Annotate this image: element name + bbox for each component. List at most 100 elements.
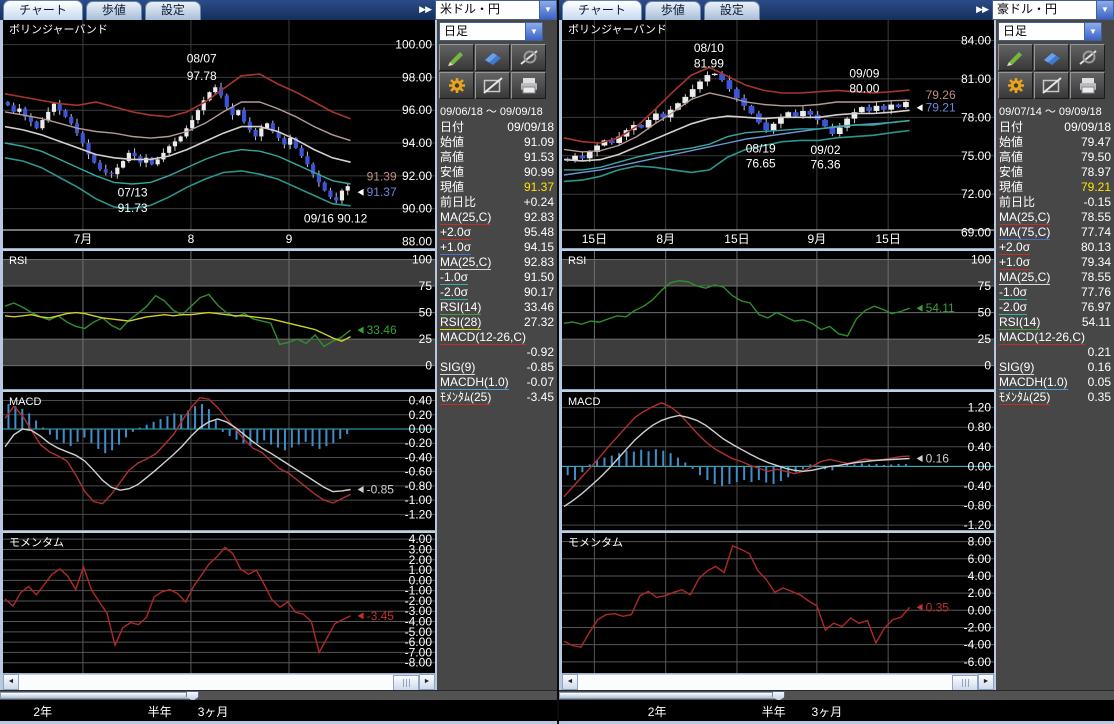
- gear-button[interactable]: [439, 72, 474, 99]
- svg-text:08/07: 08/07: [187, 52, 217, 66]
- info-row: MACD(12-26,C): [437, 330, 557, 345]
- date-range-row: 09/07/14 ～ 09/09/18: [996, 105, 1114, 120]
- fast-forward-icon[interactable]: ▶▶: [419, 4, 431, 15]
- svg-text:75.00: 75.00: [961, 149, 991, 163]
- chart-momentum-box: 4.003.002.001.000.00-1.00-2.00-3.00-4.00…: [3, 533, 435, 673]
- svg-text:6.00: 6.00: [968, 552, 992, 566]
- chart-delete-button[interactable]: [475, 72, 510, 99]
- tab-chart[interactable]: チャート: [3, 0, 83, 20]
- svg-text:9月: 9月: [808, 232, 827, 246]
- chevron-down-icon[interactable]: ▼: [525, 23, 542, 40]
- info-label: +1.0σ: [999, 256, 1030, 270]
- svg-text:0: 0: [984, 359, 991, 373]
- svg-text:7月: 7月: [74, 232, 93, 246]
- line-delete-button[interactable]: [511, 44, 546, 71]
- eraser-button[interactable]: [475, 44, 510, 71]
- chart-bollinger: 15日8月15日9月15日84.0081.0078.0075.0072.0069…: [562, 20, 994, 248]
- fast-forward-icon[interactable]: ▶▶: [976, 4, 988, 15]
- horizontal-scrollbar[interactable]: ◄►: [562, 673, 994, 690]
- chart-delete-button[interactable]: [1034, 72, 1069, 99]
- info-row: 始値79.47: [996, 135, 1114, 150]
- tab-settings[interactable]: 設定: [704, 1, 760, 20]
- chevron-down-icon[interactable]: ▼: [539, 1, 556, 19]
- period-value: 日足: [999, 23, 1084, 40]
- info-value: 92.83: [524, 255, 554, 270]
- period-select[interactable]: 日足▼: [439, 22, 543, 41]
- pencil-button[interactable]: [439, 44, 474, 71]
- info-label: ﾓﾒﾝﾀﾑ(25): [440, 391, 491, 405]
- toolbar: [998, 44, 1112, 100]
- info-row: 現値79.21: [996, 180, 1114, 195]
- period-select[interactable]: 日足▼: [998, 22, 1102, 41]
- info-label: RSI(28): [440, 316, 481, 330]
- panel-main: 7月89100.0098.0096.0094.0092.0090.0088.00…: [0, 20, 557, 690]
- svg-text:モメンタム: モメンタム: [568, 536, 623, 549]
- grip-line: [403, 679, 404, 687]
- gear-button[interactable]: [998, 72, 1033, 99]
- svg-text:0.80: 0.80: [968, 420, 992, 434]
- info-label: MACDH(1.0): [440, 376, 509, 390]
- info-value: 09/09/18: [507, 120, 554, 135]
- chevron-down-icon[interactable]: ▼: [1084, 23, 1101, 40]
- svg-text:100: 100: [971, 252, 991, 266]
- svg-text:-8.00: -8.00: [405, 656, 433, 670]
- period-slider[interactable]: [559, 690, 1114, 700]
- svg-text:79.21: 79.21: [926, 101, 956, 115]
- info-value: -0.15: [1084, 195, 1111, 210]
- info-row: 始値91.09: [437, 135, 557, 150]
- scrollbar-track[interactable]: [19, 674, 419, 690]
- info-row: +2.0σ80.13: [996, 240, 1114, 255]
- info-value: 78.55: [1081, 270, 1111, 285]
- line-delete-button[interactable]: [1070, 44, 1105, 71]
- scrollbar-track[interactable]: [578, 674, 978, 690]
- scroll-left-button[interactable]: ◄: [562, 674, 578, 690]
- info-label: 安値: [440, 166, 464, 179]
- period-slider[interactable]: [0, 690, 557, 700]
- svg-text:0.35: 0.35: [926, 600, 950, 614]
- scrollbar-thumb[interactable]: [393, 675, 419, 691]
- date-range: 09/06/18 ～ 09/09/18: [440, 106, 543, 118]
- chart-delete-icon: [481, 76, 505, 95]
- info-value: 0.35: [1088, 390, 1111, 405]
- tab-settings[interactable]: 設定: [145, 1, 201, 20]
- range-label: 2年: [648, 703, 667, 720]
- svg-text:25: 25: [978, 332, 992, 346]
- info-value: -0.85: [527, 360, 554, 375]
- grip-line: [968, 679, 969, 687]
- chart-rsi-box: 100755025054.11RSI: [562, 251, 994, 389]
- tab-quotes[interactable]: 歩値: [645, 1, 701, 20]
- scroll-right-button[interactable]: ►: [978, 674, 994, 690]
- tab-quotes[interactable]: 歩値: [86, 1, 142, 20]
- currency-pair-select[interactable]: 豪ドル・円▼: [992, 0, 1114, 20]
- info-label: MA(75,C): [999, 226, 1050, 240]
- scroll-right-button[interactable]: ►: [419, 674, 435, 690]
- tab-chart[interactable]: チャート: [562, 0, 642, 20]
- currency-pair-select[interactable]: 米ドル・円▼: [435, 0, 557, 20]
- range-label-strip: 2年半年3ヶ月: [0, 700, 557, 721]
- printer-button[interactable]: [511, 72, 546, 99]
- horizontal-scrollbar[interactable]: ◄►: [3, 673, 435, 690]
- chart-panel-audjpy: チャート歩値設定 ▶▶ 豪ドル・円▼15日8月15日9月15日84.0081.007…: [557, 0, 1114, 724]
- svg-text:-0.40: -0.40: [405, 450, 433, 464]
- info-value: 92.83: [524, 210, 554, 225]
- info-row: 現値91.37: [437, 180, 557, 195]
- info-label: MACD(12-26,C): [999, 331, 1085, 345]
- indicator-rows: 09/07/14 ～ 09/09/18日付09/09/18始値79.47高値79…: [996, 105, 1114, 405]
- scrollbar-thumb[interactable]: [952, 675, 978, 691]
- svg-text:25: 25: [419, 332, 433, 346]
- svg-text:モメンタム: モメンタム: [9, 536, 64, 549]
- gear-icon: [1004, 76, 1028, 95]
- info-value: -3.45: [527, 390, 554, 405]
- info-value: 91.37: [524, 180, 554, 195]
- info-row: MACDH(1.0)0.05: [996, 375, 1114, 390]
- printer-button[interactable]: [1070, 72, 1105, 99]
- chevron-down-icon[interactable]: ▼: [1096, 1, 1113, 19]
- eraser-button[interactable]: [1034, 44, 1069, 71]
- chart-momentum-box: 8.006.004.002.000.00-2.00-4.00-6.000.35モ…: [562, 533, 994, 673]
- pencil-button[interactable]: [998, 44, 1033, 71]
- svg-text:96.00: 96.00: [402, 103, 432, 117]
- scroll-left-button[interactable]: ◄: [3, 674, 19, 690]
- svg-text:0: 0: [425, 359, 432, 373]
- info-label: MA(25,C): [440, 211, 491, 225]
- info-label: 前日比: [440, 196, 476, 209]
